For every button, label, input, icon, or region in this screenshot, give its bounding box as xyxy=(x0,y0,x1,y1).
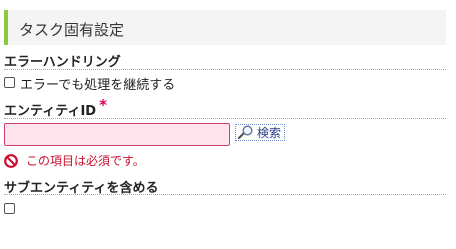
prohibited-icon xyxy=(4,153,18,168)
divider xyxy=(4,118,446,119)
continue-on-error-label[interactable]: エラーでも処理を継続する xyxy=(20,74,175,93)
validation-error: この項目は必須です。 xyxy=(4,152,145,169)
divider xyxy=(4,69,446,70)
magnifier-icon xyxy=(237,125,253,140)
divider xyxy=(4,194,446,195)
continue-on-error-checkbox[interactable] xyxy=(4,77,15,88)
entity-id-label: エンティティID * xyxy=(4,96,107,119)
include-sub-entities-checkbox[interactable] xyxy=(4,203,15,214)
entity-id-label-text: エンティティID xyxy=(4,104,97,119)
section-header: タスク固有設定 xyxy=(4,10,446,45)
error-handling-label: エラーハンドリング xyxy=(4,55,121,70)
required-marker: * xyxy=(99,96,107,114)
search-button[interactable]: 検索 xyxy=(235,124,286,141)
section-title: タスク固有設定 xyxy=(19,21,125,39)
search-button-label: 検索 xyxy=(257,126,282,140)
validation-error-message: この項目は必須です。 xyxy=(26,154,145,168)
entity-id-input[interactable] xyxy=(4,123,230,146)
